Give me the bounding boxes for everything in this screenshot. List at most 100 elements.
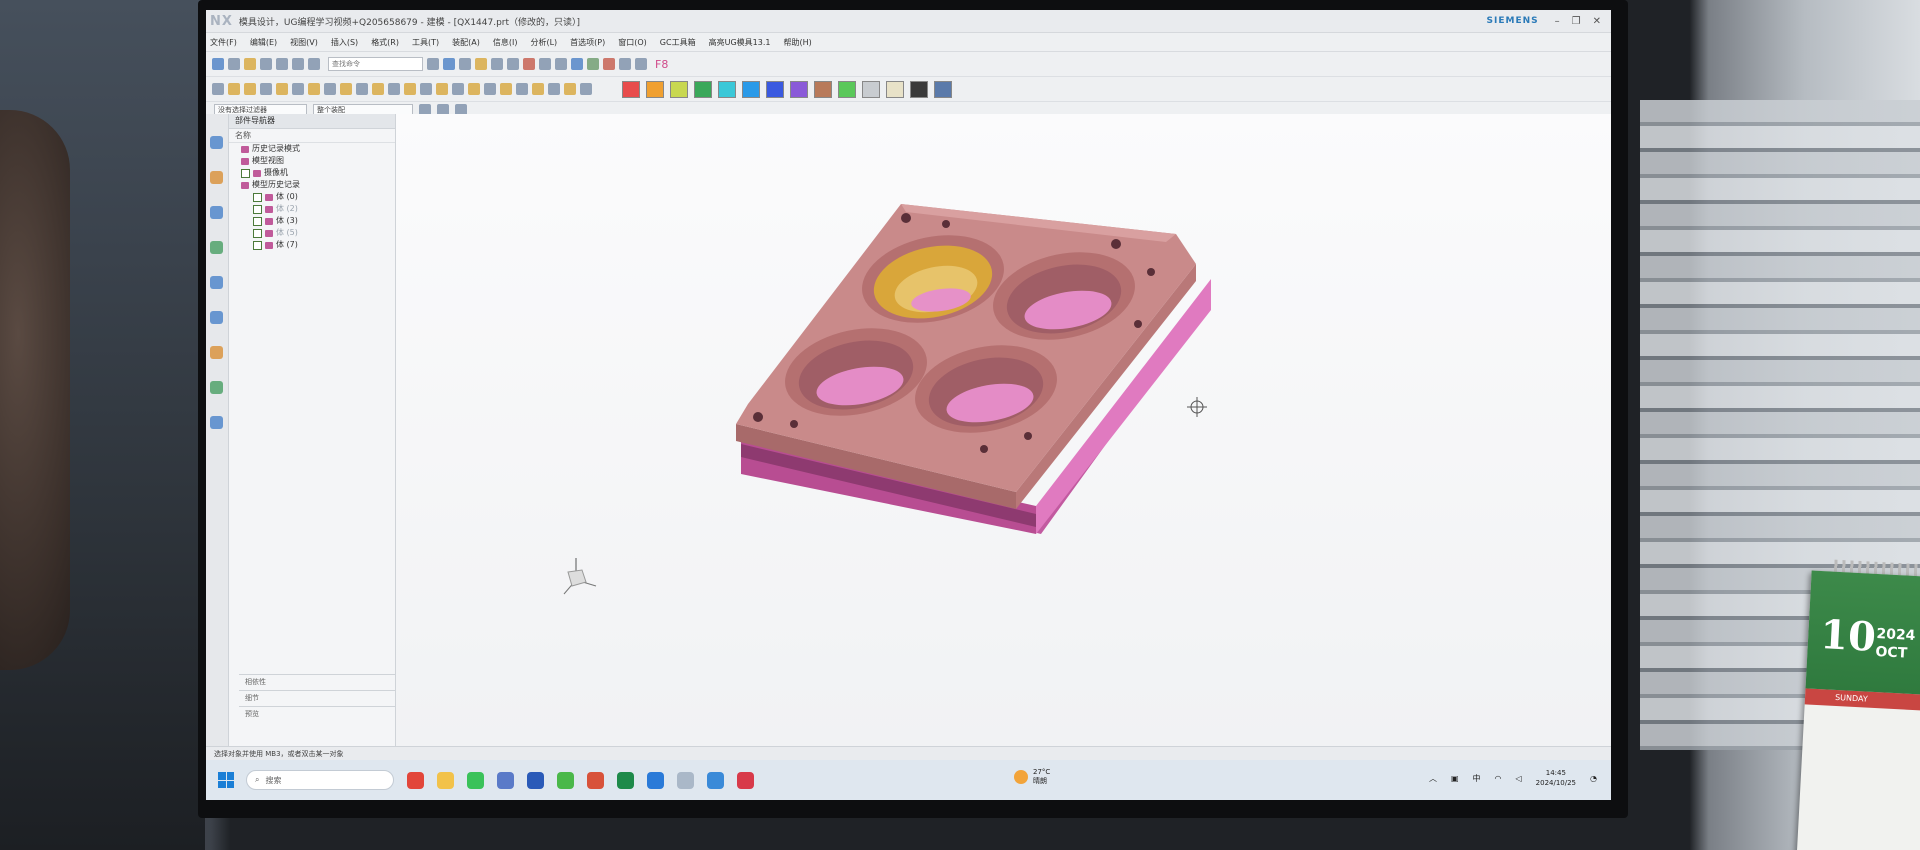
menu-item[interactable]: 插入(S): [331, 37, 358, 48]
cooling-icon[interactable]: [468, 83, 480, 95]
menu-item[interactable]: 视图(V): [290, 37, 318, 48]
pattern-icon[interactable]: [372, 83, 384, 95]
measure-icon[interactable]: [523, 58, 535, 70]
menu-item[interactable]: 编辑(E): [250, 37, 277, 48]
assembly-navigator-icon[interactable]: [210, 171, 223, 184]
process-studio-icon[interactable]: [210, 381, 223, 394]
windows-start-icon[interactable]: [218, 772, 234, 788]
name-column-header[interactable]: 名称: [229, 129, 395, 143]
app-icon-gray[interactable]: [677, 771, 694, 789]
navigator-node[interactable]: 历史记录模式: [229, 143, 395, 155]
display-icon[interactable]: [603, 58, 615, 70]
menu-item[interactable]: 工具(T): [412, 37, 439, 48]
color-swatch[interactable]: [622, 80, 640, 98]
assembly-icon[interactable]: [507, 58, 519, 70]
color-swatch[interactable]: [814, 80, 832, 98]
chamfer-icon[interactable]: [308, 83, 320, 95]
draft-icon[interactable]: [388, 83, 400, 95]
navigator-node[interactable]: 体 (5): [229, 227, 395, 239]
color-swatch[interactable]: [670, 80, 688, 98]
color-swatch[interactable]: [646, 80, 664, 98]
app-icon-green[interactable]: [557, 771, 574, 789]
history-icon[interactable]: [210, 311, 223, 324]
color-swatch[interactable]: [694, 80, 712, 98]
color-swatch[interactable]: [862, 80, 880, 98]
chevron-up-icon[interactable]: ︿: [1429, 773, 1437, 784]
checkbox-icon[interactable]: [253, 240, 262, 250]
copy-icon[interactable]: [635, 58, 647, 70]
menu-item[interactable]: 文件(F): [210, 37, 237, 48]
pin-icon[interactable]: [436, 83, 448, 95]
web-browser-icon[interactable]: [210, 276, 223, 289]
navigator-node[interactable]: 体 (3): [229, 215, 395, 227]
render-cube-icon[interactable]: [443, 58, 455, 70]
volume-icon[interactable]: ◁: [1516, 774, 1522, 783]
save-icon[interactable]: [260, 58, 272, 70]
start-icon[interactable]: [212, 58, 224, 70]
menu-item[interactable]: 信息(I): [493, 37, 518, 48]
checkbox-icon[interactable]: [253, 192, 262, 202]
revolve-icon[interactable]: [244, 83, 256, 95]
undo-icon[interactable]: [276, 58, 288, 70]
nx-app-icon[interactable]: [527, 771, 544, 789]
app-icon-photos[interactable]: [707, 771, 724, 789]
app-icon-blue[interactable]: [647, 771, 664, 789]
menu-item[interactable]: 高亮UG模具13.1: [709, 37, 771, 48]
minimize-icon[interactable]: –: [1555, 16, 1560, 27]
reuse-library-icon[interactable]: [210, 241, 223, 254]
pdf-reader-icon[interactable]: [737, 771, 754, 789]
sheet-icon[interactable]: [571, 58, 583, 70]
hole-icon[interactable]: [260, 83, 272, 95]
menu-item[interactable]: 分析(L): [530, 37, 557, 48]
trim-icon[interactable]: [340, 83, 352, 95]
taskbar-search-box[interactable]: ⌕ 搜索: [246, 770, 394, 790]
feature-icon[interactable]: [212, 83, 224, 95]
navigator-node[interactable]: 摄像机: [229, 167, 395, 179]
wechat-icon[interactable]: [467, 771, 484, 789]
navigator-node[interactable]: 模型历史记录: [229, 179, 395, 191]
table-icon[interactable]: [587, 58, 599, 70]
menu-item[interactable]: 窗口(O): [618, 37, 647, 48]
checkbox-icon[interactable]: [253, 228, 262, 238]
weather-widget[interactable]: 27°C 晴朗: [1014, 768, 1050, 786]
navigator-node[interactable]: 体 (7): [229, 239, 395, 251]
restore-icon[interactable]: ❐: [1572, 16, 1581, 27]
system-materials-icon[interactable]: [210, 346, 223, 359]
gate-icon[interactable]: [484, 83, 496, 95]
taskbar-clock[interactable]: 14:45 2024/10/25: [1536, 768, 1576, 788]
file-explorer-icon[interactable]: [437, 771, 454, 789]
powerpoint-icon[interactable]: [587, 771, 604, 789]
mirror-icon[interactable]: [619, 58, 631, 70]
checkbox-icon[interactable]: [253, 216, 262, 226]
spring-icon[interactable]: [548, 83, 560, 95]
slider-icon[interactable]: [452, 83, 464, 95]
notification-bell-icon[interactable]: ◔: [1590, 774, 1597, 783]
menu-item[interactable]: 装配(A): [452, 37, 480, 48]
color-swatch[interactable]: [910, 80, 928, 98]
color-swatch[interactable]: [886, 80, 904, 98]
close-icon[interactable]: ✕: [1593, 16, 1601, 27]
navigator-icon[interactable]: [210, 136, 223, 149]
new-file-icon[interactable]: [228, 58, 240, 70]
boolean-icon[interactable]: [276, 83, 288, 95]
open-folder-icon[interactable]: [244, 58, 256, 70]
constraint-navigator-icon[interactable]: [210, 206, 223, 219]
color-swatch[interactable]: [934, 80, 952, 98]
checkbox-icon[interactable]: [241, 168, 250, 178]
redo-icon[interactable]: [292, 58, 304, 70]
color-swatch[interactable]: [742, 80, 760, 98]
navigator-node[interactable]: 模型视图: [229, 155, 395, 167]
bom-icon[interactable]: [564, 83, 576, 95]
color-swatch[interactable]: [718, 80, 736, 98]
window-icon[interactable]: [308, 58, 320, 70]
app-icon-browser[interactable]: [407, 771, 424, 789]
ime-indicator[interactable]: 中: [1473, 773, 1481, 784]
blend-icon[interactable]: [292, 83, 304, 95]
dependencies-panel[interactable]: 相依性: [239, 674, 395, 689]
menu-item[interactable]: 帮助(H): [783, 37, 811, 48]
menu-item[interactable]: 首选项(P): [570, 37, 605, 48]
menu-item[interactable]: GC工具箱: [660, 37, 696, 48]
drawing-icon[interactable]: [580, 83, 592, 95]
orient-icon[interactable]: [491, 58, 503, 70]
color-swatch[interactable]: [766, 80, 784, 98]
